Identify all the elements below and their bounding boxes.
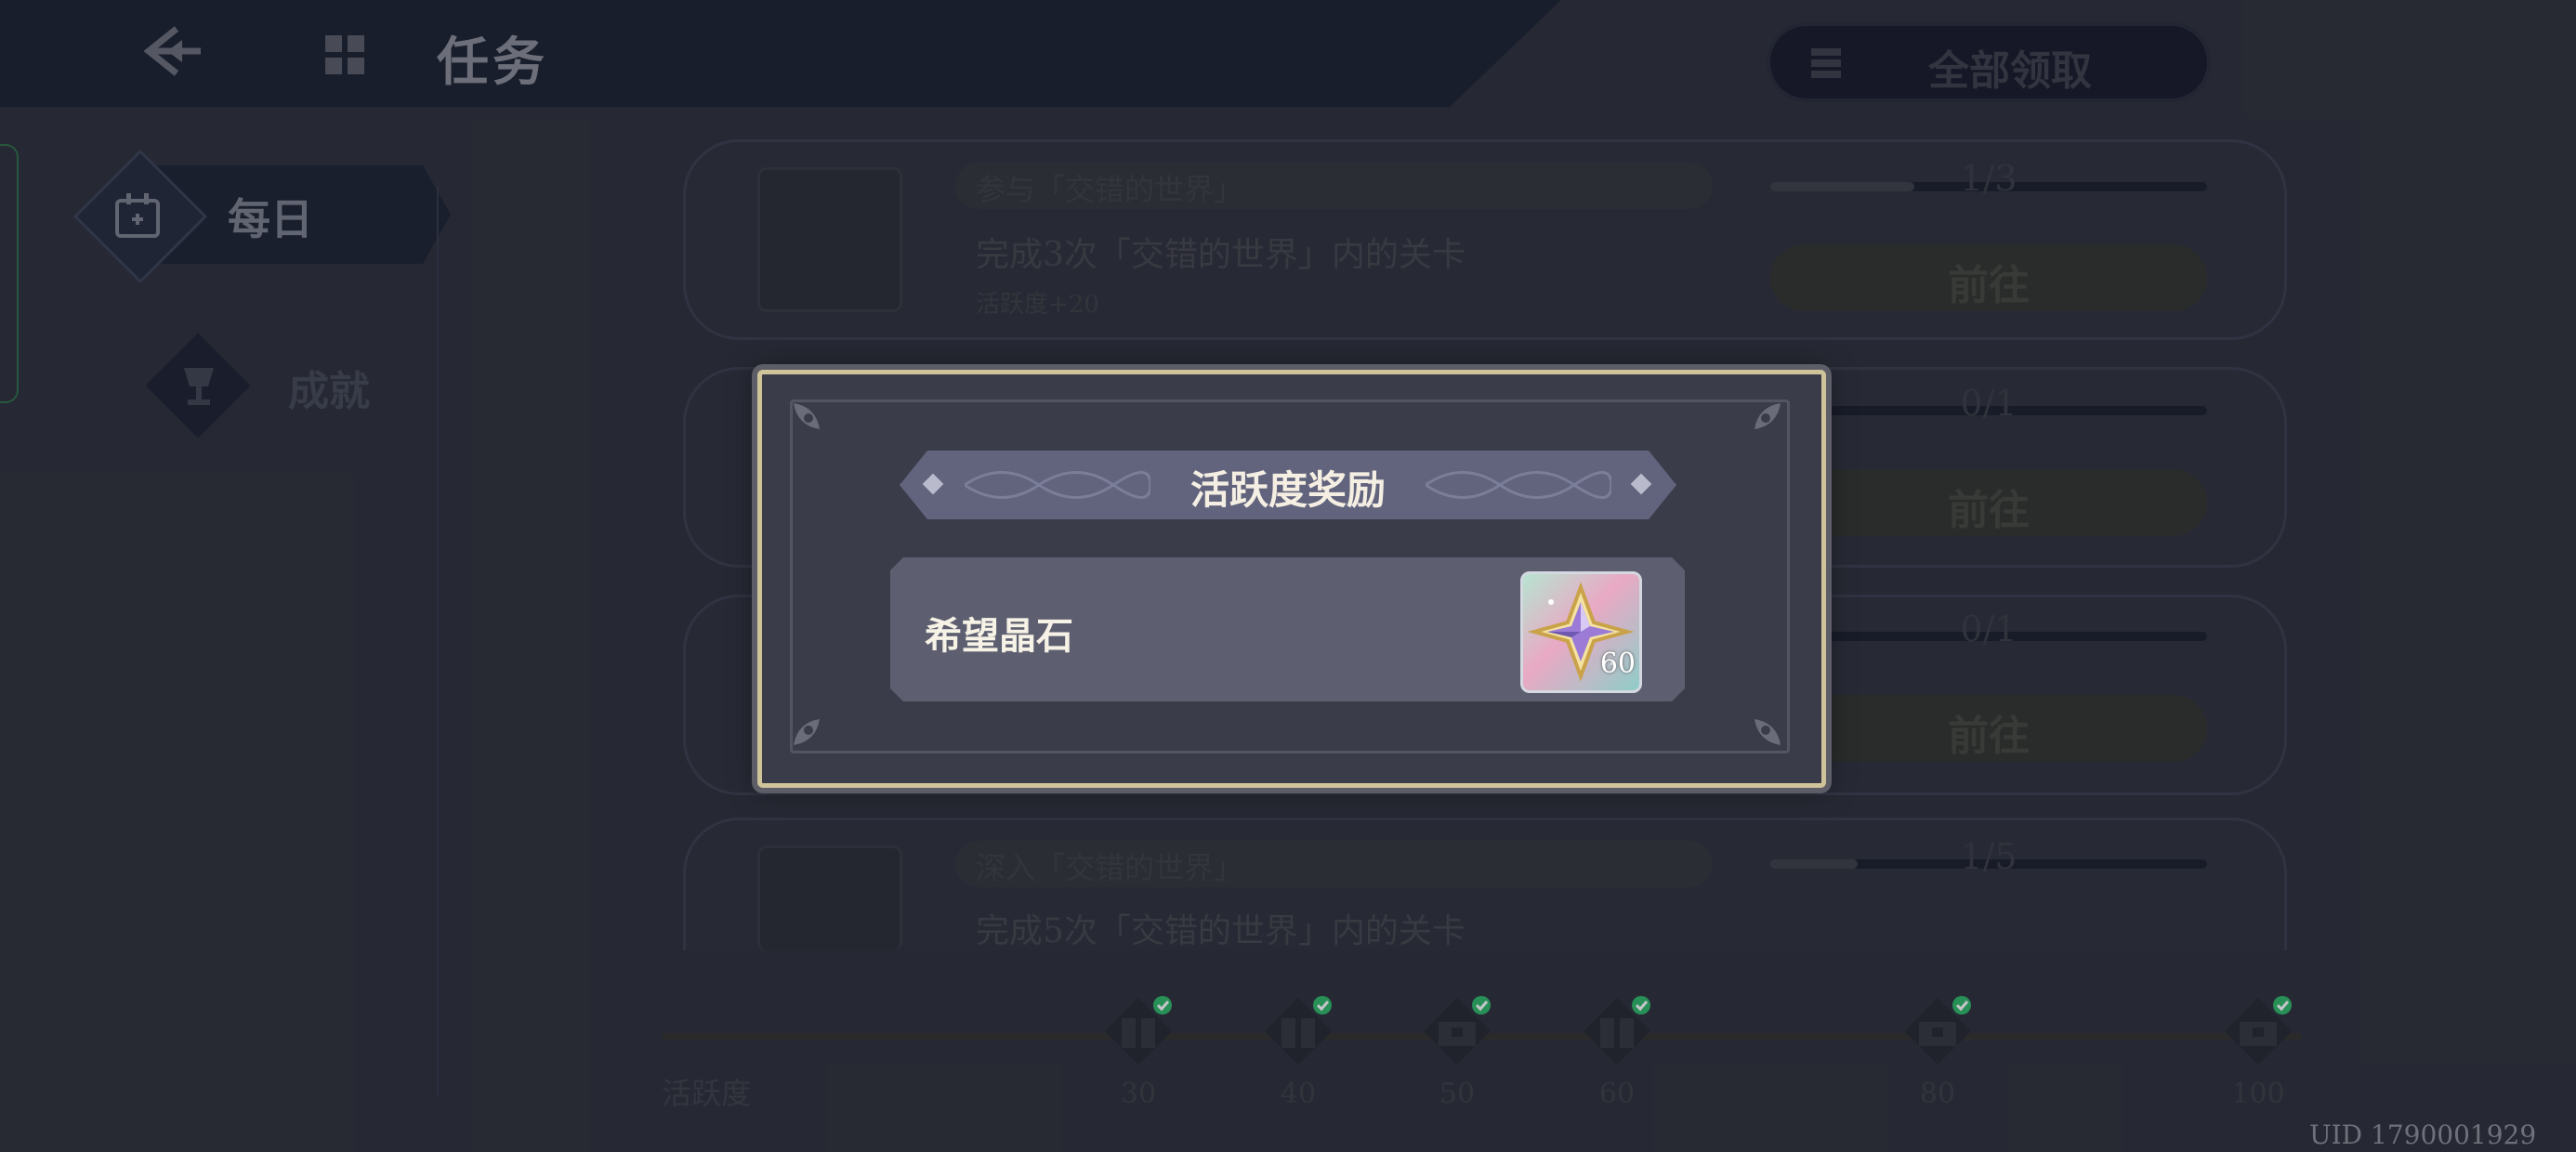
corner-ornament-icon [1755,403,1781,429]
corner-ornament-icon [1755,719,1781,745]
corner-ornament-icon [794,719,820,745]
modal-title: 活跃度奖励 [1189,467,1386,513]
reward-name: 希望晶石 [925,614,1073,658]
corner-ornament-icon [794,403,820,429]
reward-quantity: 60 [1599,648,1636,680]
